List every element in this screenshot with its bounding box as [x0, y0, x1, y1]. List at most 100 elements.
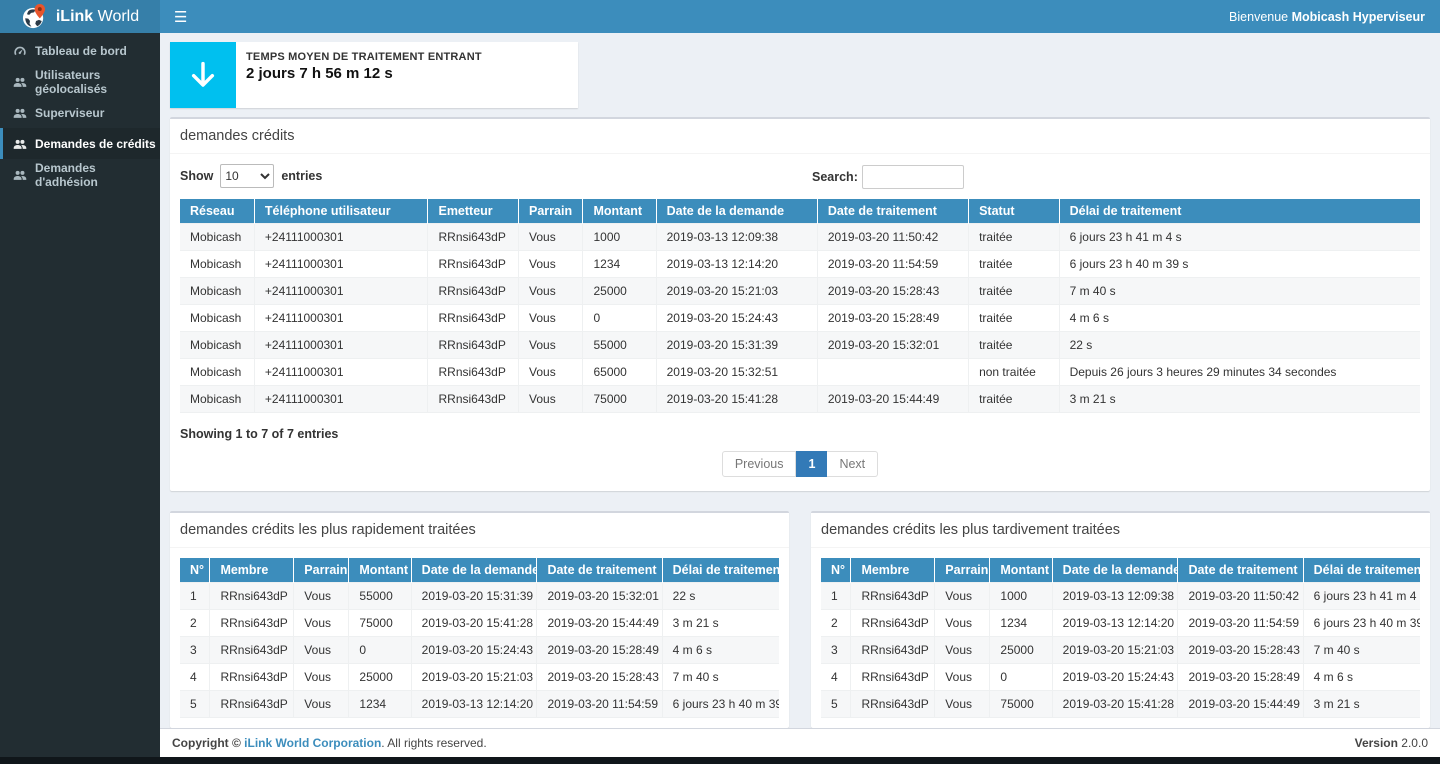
table-cell: 4 m 6 s	[662, 637, 779, 664]
column-header[interactable]: Date de traitement	[537, 558, 662, 583]
table-cell	[817, 359, 968, 386]
column-header[interactable]: Délai de traitement	[662, 558, 779, 583]
sidebar-item-demandes-adhesion[interactable]: Demandes d'adhésion	[0, 159, 160, 190]
column-header[interactable]: Délai de traitement	[1059, 199, 1420, 224]
table-row: 5RRnsi643dPVous12342019-03-13 12:14:2020…	[180, 691, 779, 718]
table-cell: Mobicash	[180, 278, 254, 305]
column-header[interactable]: Montant	[583, 199, 656, 224]
table-cell: 2019-03-20 11:50:42	[1178, 583, 1303, 610]
search-input[interactable]	[862, 165, 964, 189]
table-cell: +24111000301	[254, 359, 428, 386]
table-cell: 2019-03-20 15:28:49	[817, 305, 968, 332]
table-row: 4RRnsi643dPVous02019-03-20 15:24:432019-…	[821, 664, 1420, 691]
column-header[interactable]: Date de la demande	[656, 199, 817, 224]
table-cell: 2019-03-13 12:14:20	[411, 691, 537, 718]
table-cell: +24111000301	[254, 305, 428, 332]
page-length-select[interactable]: 10	[220, 164, 274, 188]
company-link[interactable]: iLink World Corporation	[244, 736, 381, 750]
table-cell: 1234	[583, 251, 656, 278]
sidebar-item-demandes-de-credits[interactable]: Demandes de crédits	[0, 128, 160, 159]
table-cell: traitée	[969, 224, 1060, 251]
table-cell: 2019-03-13 12:14:20	[1052, 610, 1178, 637]
table-cell: traitée	[969, 332, 1060, 359]
table-cell: RRnsi643dP	[851, 691, 935, 718]
column-header[interactable]: Parrain	[519, 199, 583, 224]
column-header[interactable]: Emetteur	[428, 199, 519, 224]
main-header: iLink World ☰ Bienvenue Mobicash Hypervi…	[0, 0, 1440, 33]
table-cell: 25000	[583, 278, 656, 305]
users-icon	[13, 168, 27, 182]
column-header[interactable]: Date de la demande	[1052, 558, 1178, 583]
table-cell: 0	[349, 637, 411, 664]
table-cell: 3	[821, 637, 851, 664]
table-cell: Vous	[519, 305, 583, 332]
table-cell: 1000	[583, 224, 656, 251]
sidebar-item-superviseur[interactable]: Superviseur	[0, 97, 160, 128]
table-cell: RRnsi643dP	[851, 583, 935, 610]
table-cell: 5	[180, 691, 210, 718]
table-cell: 55000	[583, 332, 656, 359]
table-cell: traitée	[969, 386, 1060, 413]
column-header[interactable]: Date de traitement	[1178, 558, 1303, 583]
table-cell: 2019-03-20 15:44:49	[1178, 691, 1303, 718]
main-footer: Copyright © iLink World Corporation. All…	[160, 728, 1440, 757]
column-header[interactable]: Membre	[851, 558, 935, 583]
table-cell: 2019-03-20 15:24:43	[656, 305, 817, 332]
sidebar: Tableau de bord Utilisateurs géolocalisé…	[0, 33, 160, 757]
table-cell: Vous	[294, 583, 349, 610]
column-header[interactable]: Membre	[210, 558, 294, 583]
table-cell: 2019-03-20 15:41:28	[656, 386, 817, 413]
column-header[interactable]: Parrain	[294, 558, 349, 583]
table-cell: Vous	[935, 664, 990, 691]
table-cell: 1	[180, 583, 210, 610]
column-header[interactable]: Parrain	[935, 558, 990, 583]
table-cell: traitée	[969, 278, 1060, 305]
pagination: Previous 1 Next	[180, 451, 1420, 477]
table-cell: 2019-03-20 15:28:43	[1178, 637, 1303, 664]
column-header[interactable]: Montant	[990, 558, 1052, 583]
globe-pin-icon	[21, 3, 48, 30]
table-cell: 2019-03-20 15:32:01	[537, 583, 662, 610]
table-cell: 2019-03-20 15:28:49	[1178, 664, 1303, 691]
page-1-button[interactable]: 1	[796, 451, 827, 477]
table-cell: RRnsi643dP	[210, 610, 294, 637]
table-cell: 2019-03-13 12:09:38	[656, 224, 817, 251]
table-cell: 4 m 6 s	[1059, 305, 1420, 332]
table-cell: Mobicash	[180, 305, 254, 332]
app-logo[interactable]: iLink World	[0, 0, 160, 33]
table-cell: 75000	[349, 610, 411, 637]
column-header[interactable]: Statut	[969, 199, 1060, 224]
table-cell: 2019-03-20 15:28:43	[817, 278, 968, 305]
column-header[interactable]: Date de la demande	[411, 558, 537, 583]
column-header[interactable]: N°	[180, 558, 210, 583]
table-cell: 3	[180, 637, 210, 664]
table-cell: 2019-03-20 11:54:59	[1178, 610, 1303, 637]
show-label: Show	[180, 169, 213, 183]
column-header[interactable]: N°	[821, 558, 851, 583]
table-cell: Vous	[519, 332, 583, 359]
table-cell: +24111000301	[254, 224, 428, 251]
table-cell: 55000	[349, 583, 411, 610]
credits-box: demandes crédits Show 10 entries Search:	[170, 117, 1430, 491]
column-header[interactable]: Date de traitement	[817, 199, 968, 224]
table-row: 3RRnsi643dPVous250002019-03-20 15:21:032…	[821, 637, 1420, 664]
column-header[interactable]: Téléphone utilisateur	[254, 199, 428, 224]
column-header[interactable]: Réseau	[180, 199, 254, 224]
hamburger-icon[interactable]: ☰	[160, 0, 201, 33]
table-cell: 2019-03-20 15:21:03	[656, 278, 817, 305]
table-cell: Vous	[294, 637, 349, 664]
previous-page-button[interactable]: Previous	[722, 451, 797, 477]
sidebar-item-utilisateurs-geolocalises[interactable]: Utilisateurs géolocalisés	[0, 66, 160, 97]
table-cell: 2019-03-20 15:41:28	[411, 610, 537, 637]
infobox-value: 2 jours 7 h 56 m 12 s	[246, 65, 482, 82]
column-header[interactable]: Montant	[349, 558, 411, 583]
table-row: 1RRnsi643dPVous550002019-03-20 15:31:392…	[180, 583, 779, 610]
sidebar-item-tableau-de-bord[interactable]: Tableau de bord	[0, 35, 160, 66]
table-cell: 6 jours 23 h 40 m 39 s	[1303, 610, 1420, 637]
table-cell: 25000	[990, 637, 1052, 664]
table-row: Mobicash+24111000301RRnsi643dPVous02019-…	[180, 305, 1420, 332]
fastest-box-title: demandes crédits les plus rapidement tra…	[180, 522, 476, 538]
next-page-button[interactable]: Next	[827, 451, 878, 477]
column-header[interactable]: Délai de traitement	[1303, 558, 1420, 583]
search-control: Search:	[812, 165, 964, 189]
